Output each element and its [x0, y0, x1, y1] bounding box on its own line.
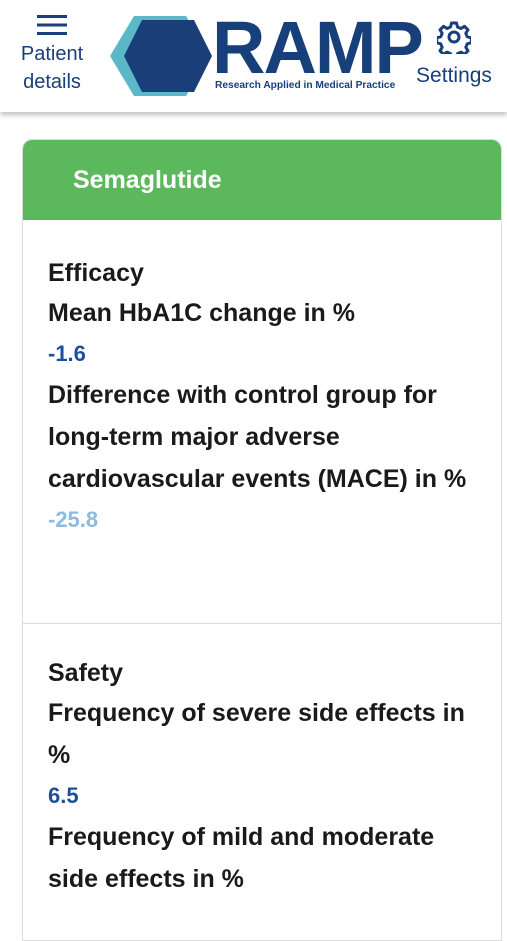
logo-tagline: Research Applied in Medical Practice: [215, 80, 396, 91]
hba1c-change-value: -1.6: [48, 341, 86, 366]
ramp-logo: RAMP Research Applied in Medical Practic…: [108, 6, 424, 102]
patient-details-label-line2: details: [23, 71, 81, 93]
patient-details-label-line1: Patient: [20, 43, 84, 65]
drug-card-header[interactable]: Semaglutide: [23, 140, 501, 220]
efficacy-title: Efficacy: [48, 259, 144, 287]
mild-moderate-side-effects-label: Frequency of mild and moderate side effe…: [48, 823, 435, 893]
drug-card: Semaglutide Efficacy Mean HbA1C change i…: [22, 139, 502, 941]
hba1c-change-label: Mean HbA1C change in %: [48, 299, 355, 327]
hamburger-menu-icon: [37, 15, 67, 35]
logo-wordmark: RAMP: [212, 6, 424, 89]
drug-name: Semaglutide: [73, 166, 222, 194]
settings-label: Settings: [416, 64, 492, 87]
patient-details-menu-button[interactable]: Patient details: [8, 8, 96, 108]
safety-section: Safety Frequency of severe side effects …: [23, 624, 501, 900]
efficacy-section: Efficacy Mean HbA1C change in % -1.6 Dif…: [23, 220, 501, 624]
severe-side-effects-label: Frequency of severe side effects in %: [48, 699, 465, 769]
gear-icon: [437, 21, 471, 54]
mace-difference-label: Difference with control group for long-t…: [48, 381, 467, 493]
safety-title: Safety: [48, 659, 124, 687]
severe-side-effects-value: 6.5: [48, 783, 79, 808]
hexagon-logo-icon: [110, 16, 212, 96]
mace-difference-value: -25.8: [48, 507, 99, 532]
settings-button[interactable]: Settings: [406, 16, 502, 106]
app-header: Patient details RAMP Research Applied in…: [0, 0, 507, 112]
